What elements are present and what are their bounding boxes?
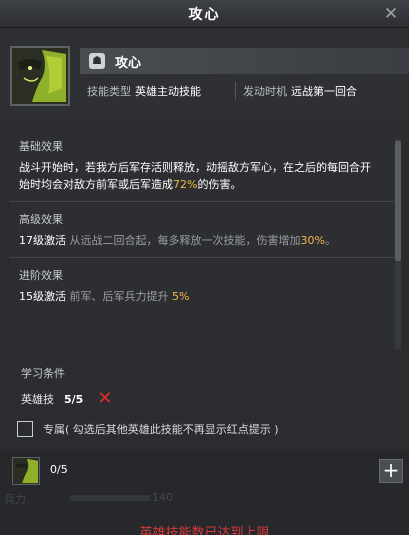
skill-slot-bar: 0/5 + 兵力 140 英雄技能数已达到上限 (0, 450, 409, 535)
faded-number: 140 (152, 491, 173, 504)
basic-effect-text: 战斗开始时，若我方后军存活则释放，动摇敌方军心，在之后的每回合开始时均会对敌方前… (9, 155, 401, 193)
type-label: 技能类型 (87, 85, 131, 98)
equipped-skill-icon[interactable] (12, 457, 40, 485)
skill-meta: 技能类型 英雄主动技能 发动时机 远战第一回合 (80, 79, 409, 103)
progress-effect-section: 进阶效果 15级激活 前军、后军兵力提升 5% (9, 258, 401, 305)
meta-divider (235, 82, 236, 100)
learn-title: 学习条件 (21, 367, 65, 380)
learn-conditions: 学习条件 英雄技 5/5 ✕ (9, 358, 401, 413)
exclusive-checkbox[interactable] (17, 421, 33, 437)
basic-text-after: 的伤害。 (197, 178, 242, 191)
skill-name-bar: ☗ 攻心 (80, 48, 409, 74)
exclusive-row: 专属( 勾选后其他英雄此技能不再显示红点提示 ) (9, 414, 401, 444)
skill-slot-count: 0/5 (50, 463, 68, 476)
progress-effect-title: 进阶效果 (19, 269, 63, 282)
scrollbar-thumb[interactable] (395, 141, 401, 261)
advanced-activate: 17级激活 (19, 234, 66, 247)
basic-effect-title: 基础效果 (19, 140, 63, 153)
window-title: 攻心 (188, 6, 221, 23)
cross-icon: ✕ (97, 388, 113, 409)
trigger-value: 远战第一回合 (291, 85, 357, 98)
advanced-value: 30% (300, 234, 325, 247)
effects-panel[interactable]: 基础效果 战斗开始时，若我方后军存活则释放，动摇敌方军心，在之后的每回合开始时均… (9, 129, 401, 355)
progress-effect-text: 15级激活 前军、后军兵力提升 5% (9, 284, 401, 305)
faded-bar (70, 495, 150, 501)
learn-requirement: 英雄技 5/5 ✕ (21, 388, 113, 409)
advanced-end: 。 (324, 234, 336, 247)
requirement-value: 5/5 (64, 392, 84, 406)
advanced-desc: 从远战二回合起，每多释放一次技能，伤害增加 (69, 234, 301, 247)
progress-value: 5% (172, 290, 190, 303)
progress-desc: 前军、后军兵力提升 (69, 290, 169, 303)
advanced-effect-section: 高级效果 17级激活 从远战二回合起，每多释放一次技能，伤害增加30%。 (9, 202, 401, 249)
trigger-label: 发动时机 (243, 85, 287, 98)
hero-skill-icon: ☗ (89, 53, 105, 69)
skill-header: ☗ 攻心 技能类型 英雄主动技能 发动时机 远战第一回合 (0, 28, 409, 120)
skill-name: 攻心 (115, 55, 142, 71)
advanced-effect-title: 高级效果 (19, 213, 63, 226)
add-skill-button[interactable]: + (379, 459, 403, 483)
limit-warning: 英雄技能数已达到上限 (139, 526, 270, 535)
skill-icon (10, 46, 70, 106)
requirement-label: 英雄技 (21, 393, 54, 406)
faded-label: 兵力 (4, 493, 26, 506)
exclusive-label: 专属( 勾选后其他英雄此技能不再显示红点提示 ) (43, 423, 279, 436)
type-value: 英雄主动技能 (135, 85, 201, 98)
advanced-effect-text: 17级激活 从远战二回合起，每多释放一次技能，伤害增加30%。 (9, 228, 401, 249)
basic-effect-section: 基础效果 战斗开始时，若我方后军存活则释放，动摇敌方军心，在之后的每回合开始时均… (9, 129, 401, 193)
close-icon[interactable]: ✕ (381, 4, 401, 24)
basic-damage-value: 72% (173, 178, 198, 191)
title-bar: 攻心 ✕ (0, 0, 409, 28)
progress-activate: 15级激活 (19, 290, 66, 303)
